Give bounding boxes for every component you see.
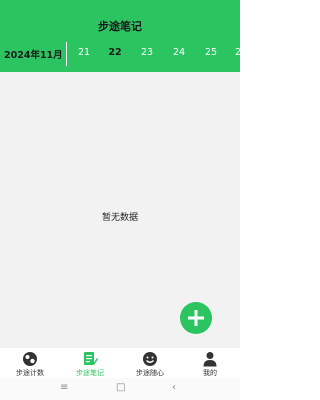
tab-step-notes[interactable]: 步途笔记 [60, 348, 120, 378]
ball-icon [23, 352, 37, 366]
menu-icon[interactable]: ≡ [60, 382, 68, 393]
date-strip: 2024年11月 21 22 23 24 25 2 [0, 40, 241, 66]
plus-icon [188, 310, 204, 326]
month-label[interactable]: 2024年11月 [4, 47, 63, 61]
tab-mine[interactable]: 我的 [180, 348, 240, 378]
empty-state-text: 暂无数据 [101, 213, 138, 223]
day-item[interactable]: 2 [228, 47, 248, 58]
home-icon[interactable]: □ [116, 382, 125, 393]
date-divider [66, 42, 67, 66]
day-item[interactable]: 25 [201, 47, 221, 58]
tab-label: 步途笔记 [76, 369, 104, 377]
add-note-button[interactable] [180, 302, 212, 334]
system-nav-bar: ≡ □ ‹ [0, 378, 240, 400]
page-title: 步途笔记 [98, 20, 142, 33]
back-icon[interactable]: ‹ [172, 382, 176, 393]
tab-step-mood[interactable]: 步途随心 [120, 348, 180, 378]
day-item[interactable]: 24 [169, 47, 189, 58]
day-item[interactable]: 23 [137, 47, 157, 58]
day-item-selected[interactable]: 22 [105, 47, 125, 58]
tab-label: 步途计数 [16, 369, 44, 377]
tab-label: 我的 [203, 369, 217, 377]
bottom-tab-bar: 步途计数 步途笔记 步途随心 我的 [0, 348, 240, 378]
tab-step-count[interactable]: 步途计数 [0, 348, 60, 378]
day-item[interactable]: 21 [74, 47, 94, 58]
tab-label: 步途随心 [136, 369, 164, 377]
header-bar: 步途笔记 2024年11月 21 22 23 24 25 2 [0, 0, 241, 72]
person-icon [203, 352, 217, 367]
note-edit-icon [84, 352, 98, 365]
smile-icon [143, 352, 157, 366]
